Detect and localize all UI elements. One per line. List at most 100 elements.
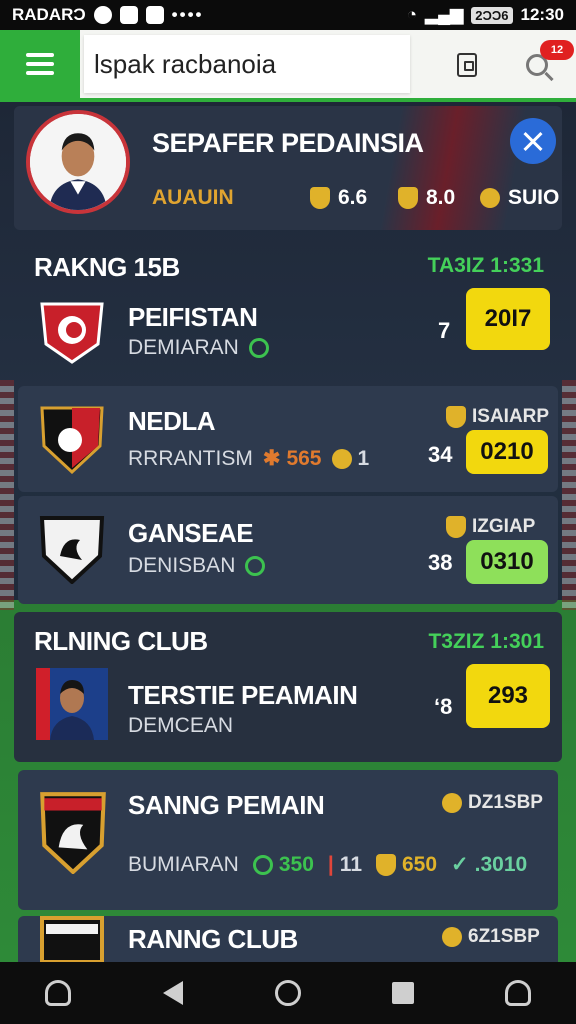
medal-icon bbox=[480, 188, 500, 208]
trophy-icon bbox=[446, 406, 466, 428]
clock: 12:30 bbox=[520, 5, 564, 24]
document-button[interactable] bbox=[450, 48, 484, 82]
wifi-icon: ◔ bbox=[406, 5, 418, 24]
crowd-right bbox=[562, 380, 576, 610]
status-icon bbox=[252, 854, 273, 875]
list-item[interactable]: SANNG PEMAIN DZ1SBP BUMIARAN 350 | 11 65… bbox=[18, 770, 558, 910]
stat-value: 6.6 bbox=[338, 186, 368, 209]
subtitle-text: RRRANTISM bbox=[128, 446, 253, 470]
status-icon bbox=[248, 338, 269, 358]
club-subtitle: DEMIARAN bbox=[128, 336, 269, 360]
signal-icon: ▂▄▆ bbox=[425, 5, 464, 24]
club-name: GANSEAE bbox=[128, 518, 254, 548]
row-tag: ISAIARP bbox=[446, 406, 549, 428]
player-photo bbox=[30, 114, 126, 210]
profile-subtitle: AUAUIN bbox=[152, 186, 234, 209]
club-name: RANNG CLUB bbox=[128, 924, 298, 954]
stat-inline: 1 bbox=[331, 446, 370, 471]
subtitle-text: BUMIARAN bbox=[128, 852, 239, 876]
trophy-icon bbox=[446, 516, 466, 538]
stat-inline: ✱ 565 bbox=[263, 446, 322, 471]
back-icon bbox=[162, 981, 183, 1005]
stat-inline: | 11 bbox=[328, 853, 362, 877]
section-title: RLNING CLUB bbox=[34, 626, 208, 656]
section-title: RAKNG 15B bbox=[34, 252, 180, 282]
accessibility-button[interactable] bbox=[38, 973, 78, 1013]
club-subtitle: DENISBAN bbox=[128, 554, 266, 578]
document-icon bbox=[457, 53, 477, 77]
player-photo bbox=[36, 668, 108, 740]
sync-icon bbox=[93, 6, 112, 24]
list-item[interactable]: GANSEAE DENISBAN IZGIAP 38 0310 bbox=[18, 496, 558, 604]
stat-value: SUIO bbox=[508, 186, 560, 209]
search-input[interactable]: Ɩspak racbanoia bbox=[84, 35, 410, 93]
status-bar: RADARƆ •••• ◔ ▂▄▆ 2ƆƆ6 12:30 bbox=[0, 0, 576, 30]
list-item[interactable]: PEIFISTAN DEMIARAN 7 20Ɩ7 bbox=[18, 284, 558, 382]
system-nav-bar bbox=[0, 962, 576, 1024]
section-meta: T3ZIZ 1:301 bbox=[428, 630, 544, 653]
tag-text: ISAIARP bbox=[472, 406, 550, 427]
club-crest-icon bbox=[40, 406, 104, 474]
battery-indicator: 2ƆƆ6 bbox=[471, 6, 513, 24]
stat-value: 11 bbox=[339, 852, 362, 876]
rank-number: 38 bbox=[428, 550, 453, 575]
more-dots-icon: •••• bbox=[171, 5, 204, 24]
profile-stat-3: SUIO bbox=[480, 186, 559, 210]
stat-value: 650 bbox=[402, 852, 438, 876]
account-icon bbox=[505, 980, 532, 1006]
club-name: SANNG PEMAIN bbox=[128, 790, 325, 820]
list-item[interactable]: TERSTIE PEAMAIN DEMCEAN ʻ8 293 bbox=[18, 662, 558, 754]
stat-value: 8.0 bbox=[426, 186, 456, 209]
subtitle-text: DEMIARAN bbox=[128, 336, 239, 359]
score-pill: 0310 bbox=[466, 540, 548, 584]
account-button[interactable] bbox=[498, 973, 538, 1013]
section-meta: TA3IZ 1:331 bbox=[427, 254, 544, 277]
carrier-label: RADARƆ bbox=[12, 5, 86, 24]
crowd-left bbox=[0, 380, 14, 610]
club-name: PEIFISTAN bbox=[128, 302, 258, 332]
club-crest-icon bbox=[40, 792, 106, 874]
check-icon: ✓ bbox=[451, 853, 469, 876]
shield-badge-icon bbox=[310, 187, 330, 209]
medal-icon bbox=[442, 927, 462, 947]
recents-button[interactable] bbox=[383, 973, 423, 1013]
player-name: TERSTIE PEAMAIN bbox=[128, 680, 358, 710]
flame-icon: ✱ bbox=[262, 447, 281, 470]
rank-number: 7 bbox=[438, 318, 451, 343]
rank-number: ʻ8 bbox=[434, 694, 453, 719]
red-bar-icon: | bbox=[327, 852, 334, 876]
shield-badge-icon bbox=[376, 853, 396, 876]
subtitle-text: DENISBAN bbox=[128, 554, 236, 577]
club-crest-icon bbox=[40, 302, 104, 364]
club-crest-icon bbox=[39, 516, 105, 584]
list-item[interactable]: RANNG CLUB 6Z1SBP bbox=[18, 916, 558, 962]
menu-button[interactable] bbox=[0, 30, 80, 98]
menu-icon bbox=[26, 53, 54, 57]
coin-icon bbox=[331, 448, 352, 469]
trophy-icon bbox=[398, 187, 418, 209]
stat-value: 565 bbox=[286, 446, 322, 470]
row-tag: IZGIAP bbox=[446, 516, 535, 538]
home-button[interactable] bbox=[268, 973, 308, 1013]
stat-inline: ✓ .3010 bbox=[451, 852, 527, 877]
profile-stat-1: 6.6 bbox=[310, 186, 367, 210]
avatar bbox=[26, 110, 130, 214]
recents-icon bbox=[392, 982, 415, 1004]
status-icon bbox=[245, 556, 266, 576]
stat-value: .3010 bbox=[474, 852, 528, 876]
list-item[interactable]: NEDLA RRRANTISM ✱ 565 1 ISAIARP 34 0210 bbox=[18, 386, 558, 492]
profile-name: SEPAFER PEDAINSIA bbox=[152, 128, 424, 158]
player-subtitle: DEMCEAN bbox=[128, 714, 234, 737]
score-pill: 0210 bbox=[466, 430, 548, 474]
rank-number: 34 bbox=[428, 442, 453, 467]
score-pill: 293 bbox=[466, 664, 550, 728]
back-button[interactable] bbox=[153, 973, 193, 1013]
stat-value: 1 bbox=[357, 446, 370, 470]
club-crest-icon bbox=[40, 916, 104, 962]
app-bar: Ɩspak racbanoia bbox=[0, 30, 576, 102]
club-subtitle: RRRANTISM ✱ 565 1 bbox=[128, 446, 369, 471]
club-stats: BUMIARAN 350 | 11 650 ✓ .3010 bbox=[128, 852, 527, 877]
person-icon bbox=[44, 980, 71, 1006]
close-button[interactable] bbox=[510, 118, 556, 164]
profile-card: SEPAFER PEDAINSIA AUAUIN 6.6 8.0 SUIO bbox=[14, 106, 562, 230]
